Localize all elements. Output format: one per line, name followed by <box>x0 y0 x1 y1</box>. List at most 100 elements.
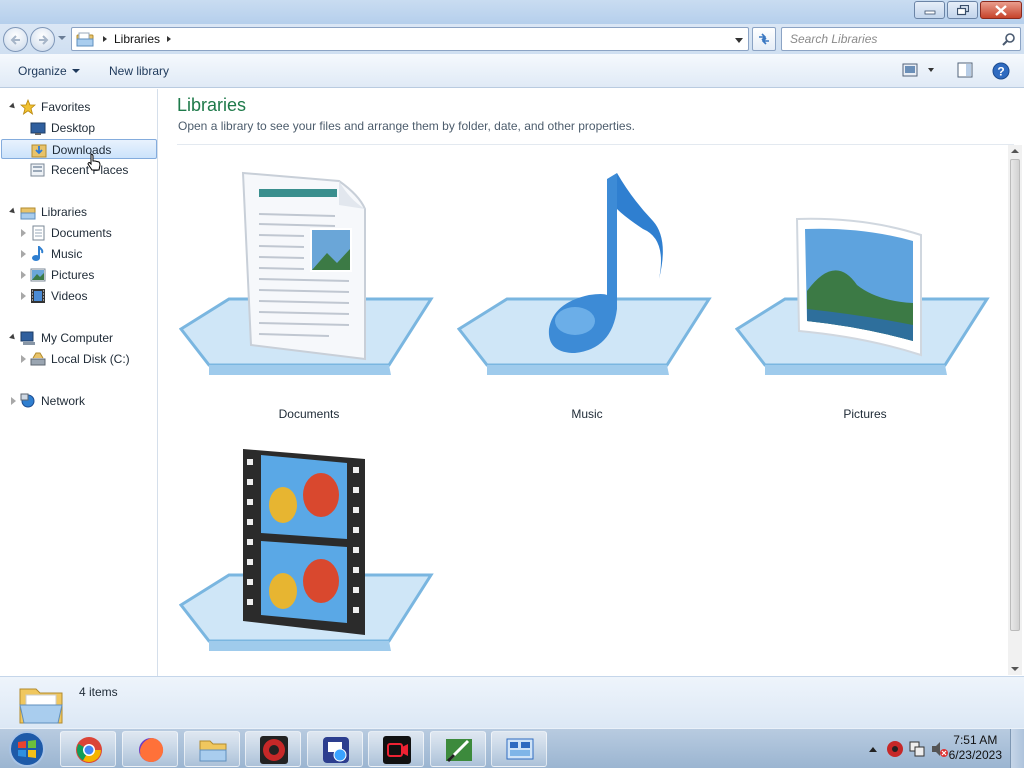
library-tile-pictures[interactable]: Pictures <box>735 169 995 509</box>
sidebar-item-pictures[interactable]: Pictures <box>0 265 158 285</box>
chrome-icon <box>76 737 102 763</box>
libraries-label: Libraries <box>41 205 88 219</box>
library-tile-music[interactable]: Music <box>457 169 717 509</box>
sidebar-group-libraries[interactable]: Libraries <box>0 202 158 222</box>
expanded-arrow-icon[interactable] <box>9 207 17 216</box>
clock[interactable]: 7:51 AM 6/23/2023 <box>949 733 1002 763</box>
library-tile-videos[interactable] <box>179 445 439 685</box>
sidebar-item-label: Desktop <box>51 121 96 135</box>
library-label-pictures[interactable]: Pictures <box>735 407 995 421</box>
sidebar-item-label: Music <box>51 247 83 261</box>
scroll-up-icon[interactable] <box>1011 149 1019 153</box>
search-icon[interactable] <box>1002 32 1016 46</box>
music-note-icon <box>32 246 44 261</box>
forward-button[interactable] <box>30 27 55 52</box>
documents-icon <box>32 225 45 241</box>
window-controls <box>914 1 1022 19</box>
library-label-documents[interactable]: Documents <box>179 407 439 421</box>
sidebar-item-label: Local Disk (C:) <box>51 352 130 366</box>
tool-icon <box>446 739 472 763</box>
computer-icon <box>20 331 35 345</box>
sidebar-item-downloads[interactable]: Downloads <box>1 139 157 159</box>
clock-date: 6/23/2023 <box>948 748 1002 762</box>
item-count: 4 items <box>79 685 118 699</box>
pictures-icon <box>30 268 46 282</box>
explorer-icon <box>199 740 227 762</box>
restore-icon <box>956 4 969 15</box>
breadcrumb-arrow-icon[interactable] <box>164 34 174 44</box>
firefox-icon <box>139 737 164 762</box>
new-library-button[interactable]: New library <box>109 64 169 78</box>
forward-arrow-icon <box>39 35 49 45</box>
collapsed-arrow-icon[interactable] <box>21 229 26 237</box>
music-library-icon <box>457 173 712 375</box>
organize-menu[interactable]: Organize <box>18 64 80 78</box>
sidebar-item-recent-places[interactable]: Recent Places <box>0 160 158 180</box>
network-status-icon[interactable] <box>908 740 926 758</box>
back-button[interactable] <box>3 27 28 52</box>
show-desktop-button[interactable] <box>1010 729 1024 768</box>
svg-text:?: ? <box>997 65 1004 79</box>
taskbar-chrome[interactable] <box>60 731 116 767</box>
sidebar-group-network[interactable]: Network <box>0 391 158 411</box>
clock-time: 7:51 AM <box>953 733 998 747</box>
recent-pages-dropdown[interactable] <box>58 36 66 40</box>
sidebar-item-label: Documents <box>51 226 112 240</box>
collapsed-arrow-icon[interactable] <box>21 292 26 300</box>
sidebar-item-videos[interactable]: Videos <box>0 286 158 306</box>
search-input[interactable] <box>782 28 992 50</box>
details-pane: 4 items <box>0 676 1024 728</box>
start-button[interactable] <box>4 730 50 768</box>
close-button[interactable] <box>980 1 1022 19</box>
sidebar-item-local-disk[interactable]: Local Disk (C:) <box>0 349 158 369</box>
recent-places-icon <box>30 163 45 177</box>
collapsed-arrow-icon[interactable] <box>21 250 26 258</box>
sidebar-item-label: Downloads <box>52 143 112 157</box>
sidebar-group-favorites[interactable]: Favorites <box>0 97 158 117</box>
show-hidden-icons[interactable] <box>868 745 878 753</box>
sidebar-item-label: Videos <box>51 289 88 303</box>
address-bar[interactable]: Libraries <box>71 27 749 51</box>
desktop-icon <box>30 122 46 135</box>
downloads-folder-icon <box>31 144 47 158</box>
taskbar-app-red[interactable] <box>245 731 301 767</box>
search-box[interactable] <box>781 27 1021 51</box>
change-view-icon[interactable] <box>902 62 934 78</box>
sidebar-item-desktop[interactable]: Desktop <box>0 118 158 138</box>
system-tray: 7:51 AM 6/23/2023 <box>844 729 1024 768</box>
taskbar: 7:51 AM 6/23/2023 <box>0 728 1024 768</box>
volume-muted-icon[interactable] <box>930 740 948 758</box>
library-label-music[interactable]: Music <box>457 407 717 421</box>
tray-app-icon[interactable] <box>886 740 904 758</box>
refresh-icon <box>759 33 769 45</box>
minimize-button[interactable] <box>914 1 945 19</box>
pictures-library-icon <box>735 217 990 375</box>
address-dropdown-icon[interactable] <box>734 35 744 45</box>
taskbar-firefox[interactable] <box>122 731 178 767</box>
taskbar-explorer[interactable] <box>184 731 240 767</box>
sidebar-item-documents[interactable]: Documents <box>0 223 158 243</box>
preview-pane-icon[interactable] <box>957 62 973 78</box>
scroll-down-icon[interactable] <box>1011 667 1019 671</box>
taskbar-control-panel[interactable] <box>491 731 547 767</box>
breadcrumb-libraries[interactable]: Libraries <box>114 32 160 46</box>
taskbar-tool[interactable] <box>430 731 486 767</box>
collapsed-arrow-icon[interactable] <box>11 397 16 405</box>
vertical-scrollbar[interactable] <box>1008 145 1022 675</box>
breadcrumb-arrow-icon[interactable] <box>100 34 110 44</box>
scroll-thumb[interactable] <box>1010 159 1020 631</box>
expanded-arrow-icon[interactable] <box>9 333 17 342</box>
help-icon[interactable]: ? <box>992 62 1010 80</box>
restore-button[interactable] <box>947 1 978 19</box>
windows-start-icon <box>9 731 45 767</box>
expanded-arrow-icon[interactable] <box>9 102 17 111</box>
taskbar-recorder[interactable] <box>368 731 424 767</box>
collapsed-arrow-icon[interactable] <box>21 271 26 279</box>
collapsed-arrow-icon[interactable] <box>21 355 26 363</box>
sidebar-group-my-computer[interactable]: My Computer <box>0 328 158 348</box>
refresh-button[interactable] <box>752 27 776 51</box>
taskbar-app-blue[interactable] <box>307 731 363 767</box>
hand-cursor-icon <box>87 153 101 171</box>
sidebar-item-music[interactable]: Music <box>0 244 158 264</box>
libraries-icon <box>20 207 36 220</box>
